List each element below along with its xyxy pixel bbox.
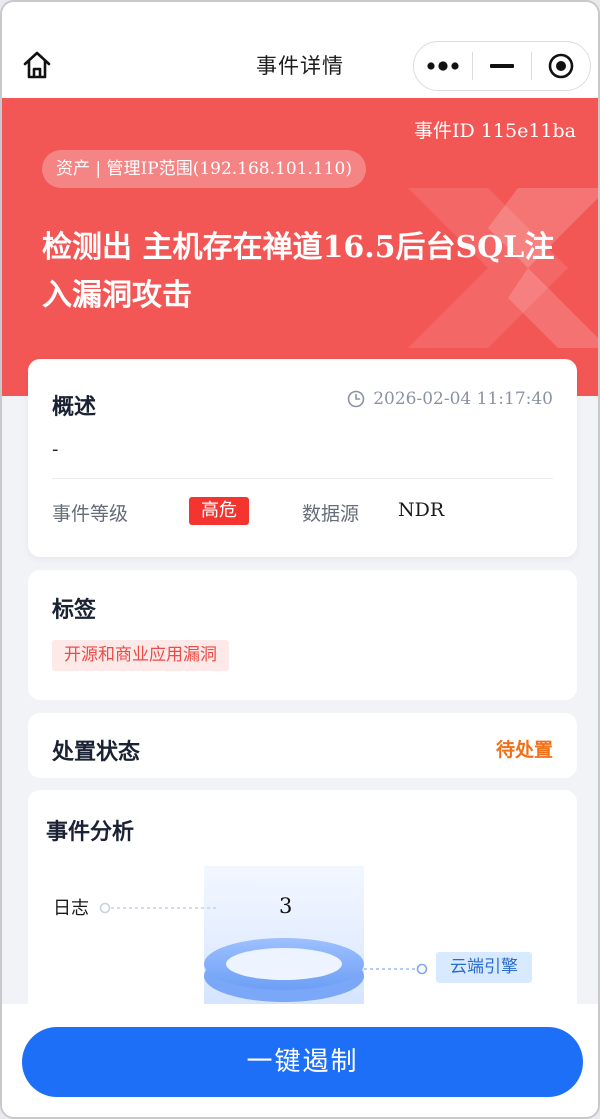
level-label: 事件等级 — [52, 503, 129, 525]
log-node — [99, 902, 111, 914]
navigation-bar: 事件详情 — [2, 2, 598, 98]
clock-icon — [347, 390, 365, 408]
tags-heading: 标签 — [52, 598, 97, 623]
event-title: 检测出 主机存在禅道16.5后台SQL注入漏洞攻击 — [42, 230, 555, 313]
source-label: 数据源 — [302, 503, 360, 525]
ring-hole — [226, 948, 342, 980]
overview-card: 概述 2026-02-04 11:17:40 - 事件等级 高危 数据源 NDR — [28, 359, 577, 557]
overview-meta-row: 事件等级 高危 数据源 NDR — [52, 497, 553, 527]
target-close-icon — [548, 53, 574, 79]
asset-pill: 资产 | 管理IP范围(192.168.101.110) — [42, 150, 366, 188]
overview-heading: 概述 — [52, 395, 97, 420]
status-card[interactable]: 处置状态 待处置 — [28, 713, 577, 778]
more-button[interactable] — [414, 42, 472, 90]
log-label: 日志 — [53, 898, 89, 919]
event-time: 2026-02-04 11:17:40 — [347, 389, 553, 409]
engine-label: 云端引擎 — [436, 952, 532, 983]
mini-program-capsule — [413, 41, 591, 91]
event-id: 事件ID 115e11ba — [414, 120, 576, 142]
minimize-icon — [490, 64, 514, 68]
event-header: 事件ID 115e11ba 资产 | 管理IP范围(192.168.101.11… — [2, 98, 598, 396]
source-value: NDR — [398, 499, 445, 521]
tag-chip: 开源和商业应用漏洞 — [52, 640, 229, 671]
event-time-text: 2026-02-04 11:17:40 — [373, 389, 553, 409]
phone-screen: 事件详情 事件ID 115e11ba 资产 | 管理IP范围(192.168.1… — [0, 0, 600, 1119]
minimize-button[interactable] — [473, 42, 531, 90]
divider — [52, 478, 553, 479]
analysis-heading: 事件分析 — [46, 820, 135, 845]
tags-card: 标签 开源和商业应用漏洞 — [28, 570, 577, 700]
log-count: 3 — [279, 894, 293, 918]
more-dots-icon — [427, 61, 459, 71]
close-button[interactable] — [532, 42, 590, 90]
status-heading: 处置状态 — [52, 740, 141, 765]
bottom-action-bar: 一键遏制 — [2, 1004, 598, 1117]
contain-button[interactable]: 一键遏制 — [22, 1027, 583, 1097]
overview-description: - — [52, 439, 59, 460]
engine-node — [416, 963, 428, 975]
level-badge: 高危 — [189, 497, 249, 525]
status-value: 待处置 — [495, 739, 553, 761]
analysis-card: 事件分析 日志 3 云端引擎 — [28, 790, 577, 1030]
